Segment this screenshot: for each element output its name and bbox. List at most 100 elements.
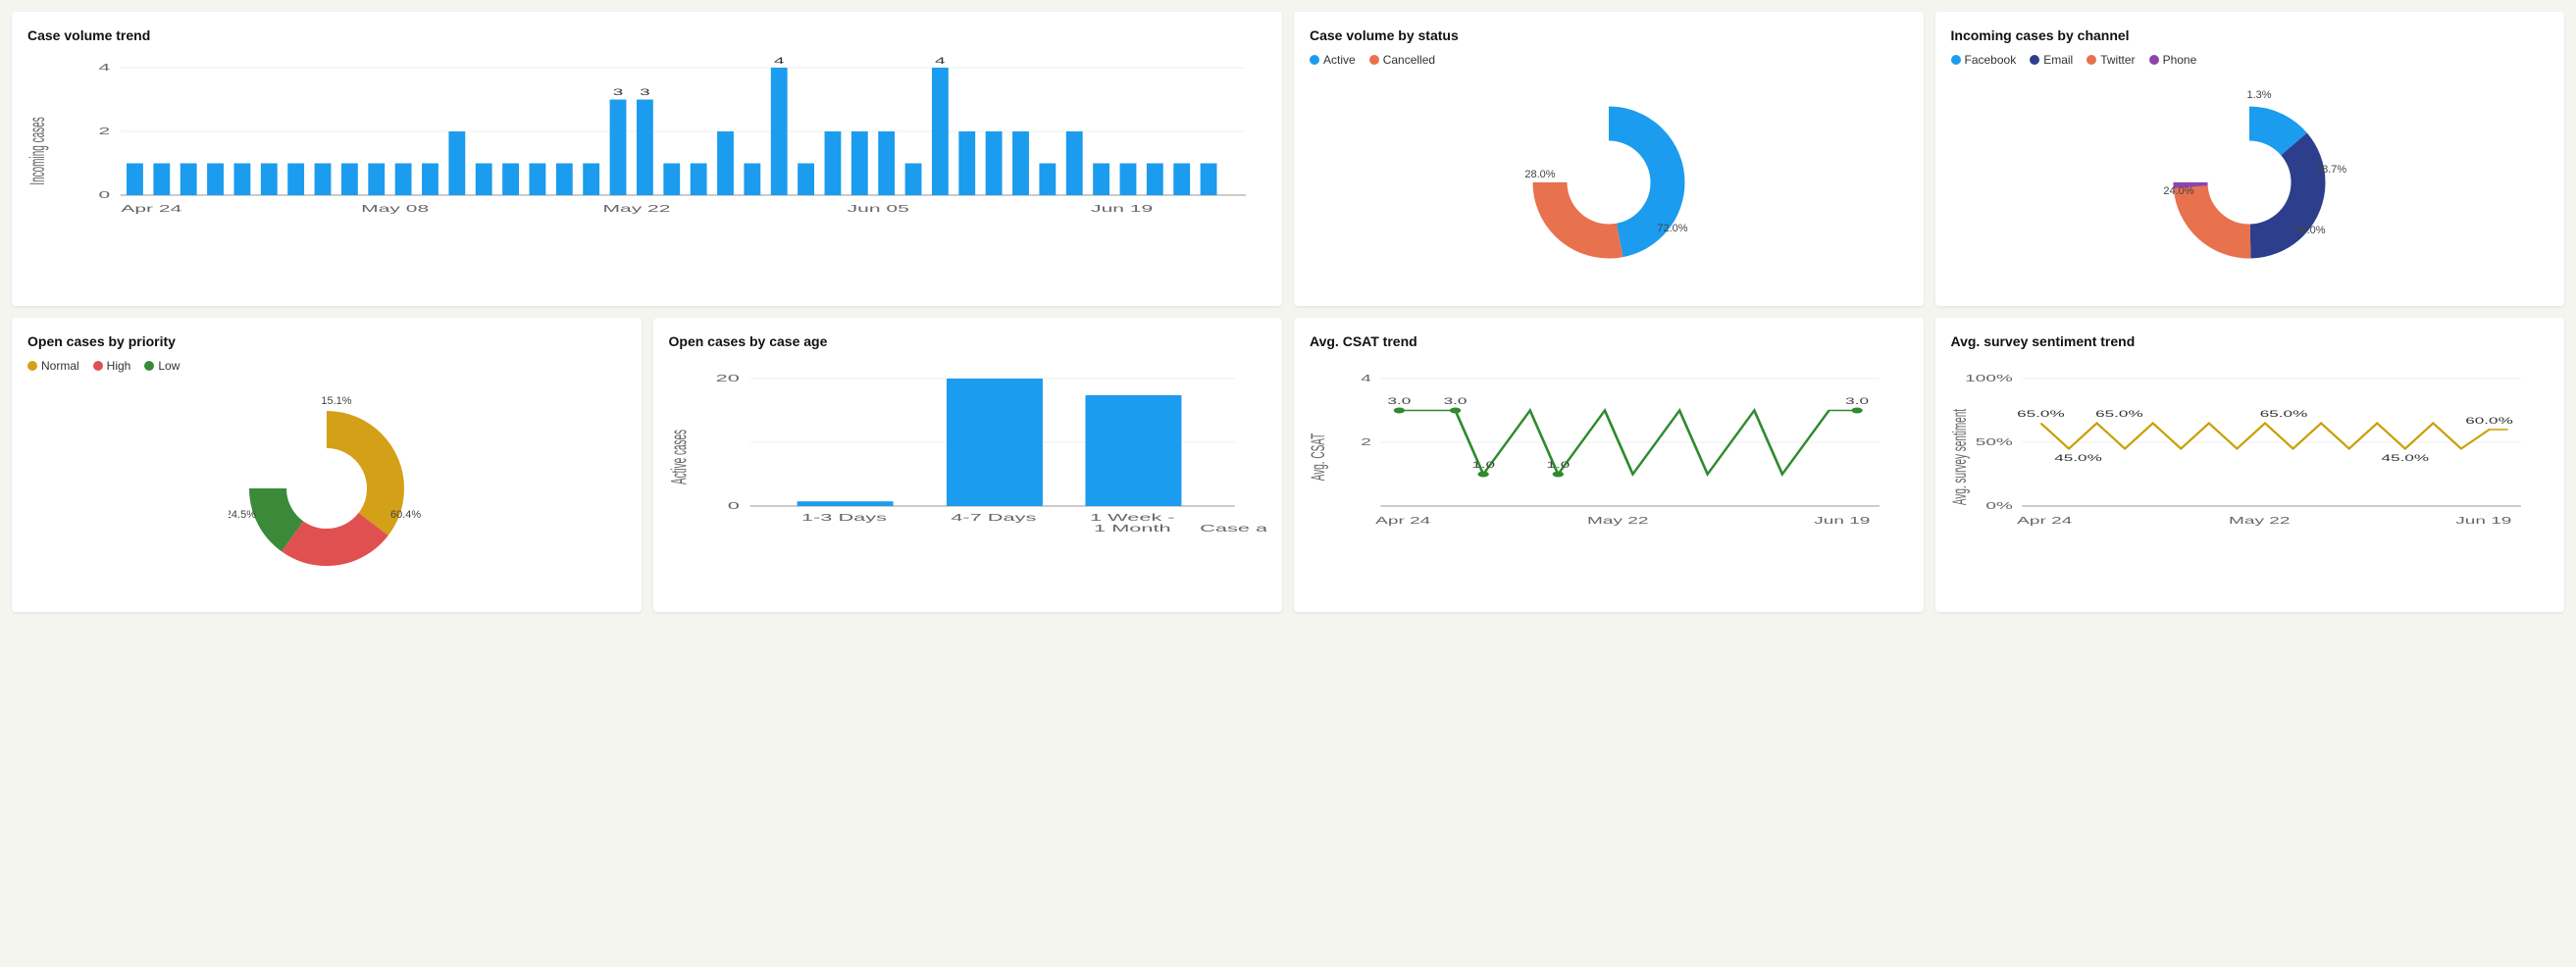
svg-text:May 22: May 22 (2229, 515, 2290, 526)
svg-text:Jun 19: Jun 19 (2455, 515, 2511, 526)
channel-donut-svg: 38.7% 36.0% 24.0% 1.3% (2151, 84, 2347, 280)
svg-text:0: 0 (727, 500, 739, 511)
svg-text:3.0: 3.0 (1388, 396, 1412, 406)
incoming-by-channel-title: Incoming cases by channel (1951, 27, 2550, 43)
legend-facebook-label: Facebook (1965, 53, 2017, 67)
legend-email-dot (2030, 55, 2039, 65)
avg-csat-trend-title: Avg. CSAT trend (1310, 333, 1908, 349)
incoming-by-channel-legend: Facebook Email Twitter Phone (1951, 53, 2550, 67)
open-by-priority-card: Open cases by priority Normal High Low (12, 318, 642, 612)
case-volume-by-status-legend: Active Cancelled (1310, 53, 1908, 67)
svg-text:36.0%: 36.0% (2295, 225, 2326, 236)
legend-active: Active (1310, 53, 1356, 67)
legend-normal-dot (27, 361, 37, 371)
svg-text:45.0%: 45.0% (2381, 453, 2429, 463)
svg-text:65.0%: 65.0% (2017, 409, 2065, 419)
svg-text:4: 4 (774, 57, 785, 67)
open-by-priority-title: Open cases by priority (27, 333, 626, 349)
svg-text:Incoming cases: Incoming cases (27, 117, 49, 184)
svg-text:2: 2 (98, 127, 110, 137)
legend-phone: Phone (2149, 53, 2197, 67)
svg-text:60.0%: 60.0% (2465, 416, 2513, 426)
svg-text:Active cases: Active cases (669, 430, 692, 484)
legend-cancelled-label: Cancelled (1383, 53, 1435, 67)
svg-text:0%: 0% (1985, 500, 2013, 511)
legend-facebook: Facebook (1951, 53, 2017, 67)
case-volume-trend-svg: Incoming cases 4 2 0 (27, 53, 1266, 249)
csat-svg: Avg. CSAT 4 2 3.0 3.0 1.0 (1310, 359, 1908, 555)
svg-text:65.0%: 65.0% (2259, 409, 2307, 419)
legend-normal-label: Normal (41, 359, 79, 373)
svg-text:1.3%: 1.3% (2247, 89, 2272, 101)
svg-text:4: 4 (1361, 373, 1371, 383)
open-by-case-age-title: Open cases by case age (669, 333, 1267, 349)
svg-text:28.0%: 28.0% (1524, 169, 1555, 180)
svg-text:1 Month: 1 Month (1094, 523, 1171, 534)
svg-text:0: 0 (98, 190, 110, 201)
legend-cancelled-dot (1369, 55, 1379, 65)
svg-text:3.0: 3.0 (1845, 396, 1869, 406)
legend-high: High (93, 359, 131, 373)
legend-twitter: Twitter (2087, 53, 2135, 67)
legend-active-dot (1310, 55, 1319, 65)
legend-normal: Normal (27, 359, 79, 373)
svg-text:Apr 24: Apr 24 (2017, 515, 2073, 526)
svg-text:Case age: Case age (1200, 523, 1266, 534)
avg-survey-sentiment-title: Avg. survey sentiment trend (1951, 333, 2550, 349)
svg-text:1.0: 1.0 (1546, 460, 1570, 470)
svg-text:4: 4 (935, 57, 946, 67)
case-volume-trend-title: Case volume trend (27, 27, 1266, 43)
svg-text:May 22: May 22 (602, 204, 670, 215)
svg-text:Jun 19: Jun 19 (1814, 515, 1870, 526)
svg-text:Avg. CSAT: Avg. CSAT (1310, 433, 1329, 482)
legend-twitter-label: Twitter (2100, 53, 2135, 67)
svg-text:24.0%: 24.0% (2164, 185, 2194, 197)
dashboard: Case volume trend Incoming cases 4 2 0 (12, 12, 2564, 612)
svg-text:Avg. survey sentiment: Avg. survey sentiment (1951, 408, 1971, 505)
svg-text:4-7 Days: 4-7 Days (951, 512, 1036, 523)
svg-text:Jun 05: Jun 05 (848, 204, 909, 215)
open-by-priority-donut: 60.4% 24.5% 15.1% (27, 381, 626, 596)
legend-facebook-dot (1951, 55, 1961, 65)
svg-text:May 22: May 22 (1587, 515, 1648, 526)
legend-twitter-dot (2087, 55, 2096, 65)
case-volume-trend-card: Case volume trend Incoming cases 4 2 0 (12, 12, 1282, 306)
legend-high-label: High (107, 359, 131, 373)
svg-text:3.0: 3.0 (1444, 396, 1468, 406)
svg-text:May 08: May 08 (361, 204, 429, 215)
avg-survey-sentiment-chart: Avg. survey sentiment 100% 50% 0% 65.0% … (1951, 359, 2550, 555)
open-by-case-age-chart: Active cases 20 0 1-3 Days 4-7 Days 1 We… (669, 359, 1267, 555)
svg-text:45.0%: 45.0% (2054, 453, 2102, 463)
svg-text:20: 20 (715, 373, 739, 383)
legend-email: Email (2030, 53, 2073, 67)
case-age-svg: Active cases 20 0 1-3 Days 4-7 Days 1 We… (669, 359, 1267, 555)
svg-text:2: 2 (1361, 436, 1371, 447)
svg-text:1.0: 1.0 (1471, 460, 1495, 470)
legend-phone-dot (2149, 55, 2159, 65)
legend-low-label: Low (158, 359, 180, 373)
case-volume-trend-chart: Incoming cases 4 2 0 (27, 53, 1266, 249)
svg-text:3: 3 (613, 88, 624, 98)
svg-text:Apr 24: Apr 24 (121, 204, 181, 215)
legend-cancelled: Cancelled (1369, 53, 1435, 67)
svg-text:Apr 24: Apr 24 (1375, 515, 1431, 526)
incoming-by-channel-donut: 38.7% 36.0% 24.0% 1.3% (1951, 75, 2550, 290)
avg-csat-trend-card: Avg. CSAT trend Avg. CSAT 4 2 3.0 (1294, 318, 1924, 612)
sentiment-svg: Avg. survey sentiment 100% 50% 0% 65.0% … (1951, 359, 2550, 555)
priority-donut-svg: 60.4% 24.5% 15.1% (229, 390, 425, 586)
legend-high-dot (93, 361, 103, 371)
svg-text:72.0%: 72.0% (1657, 223, 1687, 234)
svg-text:1 Week -: 1 Week - (1090, 512, 1175, 523)
avg-survey-sentiment-card: Avg. survey sentiment trend Avg. survey … (1935, 318, 2565, 612)
svg-text:38.7%: 38.7% (2316, 164, 2346, 176)
svg-text:24.5%: 24.5% (229, 509, 256, 521)
svg-text:1-3 Days: 1-3 Days (800, 512, 886, 523)
legend-phone-label: Phone (2163, 53, 2197, 67)
svg-text:Jun 19: Jun 19 (1091, 204, 1153, 215)
legend-email-label: Email (2043, 53, 2073, 67)
case-volume-by-status-title: Case volume by status (1310, 27, 1908, 43)
svg-text:4: 4 (98, 63, 110, 74)
incoming-by-channel-card: Incoming cases by channel Facebook Email… (1935, 12, 2565, 306)
open-by-case-age-card: Open cases by case age Active cases 20 0… (653, 318, 1283, 612)
avg-csat-trend-chart: Avg. CSAT 4 2 3.0 3.0 1.0 (1310, 359, 1908, 555)
